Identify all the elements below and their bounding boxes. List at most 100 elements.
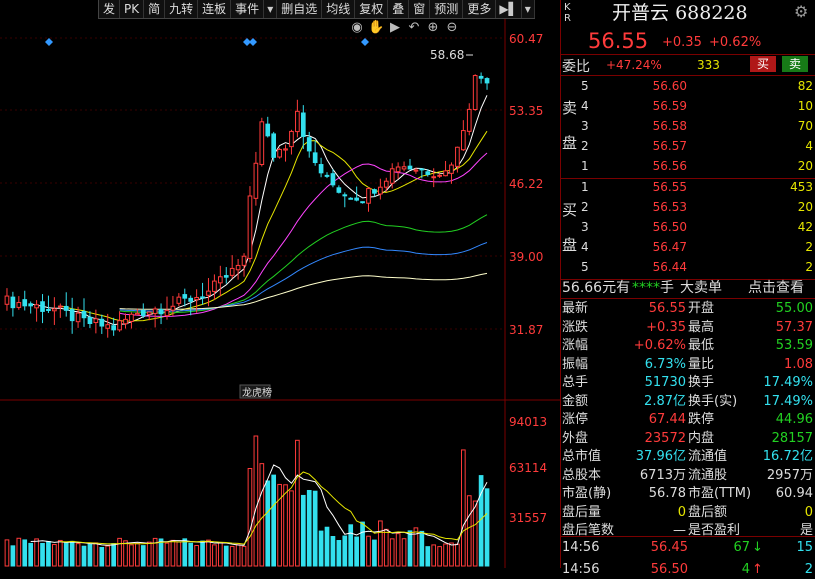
tick-arrow-icon: ↓ (752, 540, 763, 555)
sell-button[interactable]: 卖 (782, 56, 808, 72)
volume-bar (34, 538, 39, 567)
quote-value: 16.72亿 (762, 449, 813, 464)
candle (16, 302, 22, 308)
click-view-link[interactable]: 点击查看 (748, 279, 804, 297)
play-icon[interactable]: ▶ (387, 20, 403, 36)
candle (312, 152, 318, 164)
toolbar-item[interactable]: 删自选 (277, 0, 323, 18)
ask-row[interactable]: 2 56.57 4 (581, 136, 813, 157)
candle (4, 295, 10, 305)
price-axis-label: 53.35 (509, 104, 543, 118)
toolbar-item[interactable]: 连板 (198, 0, 232, 18)
ask-row[interactable]: 3 56.58 70 (581, 116, 813, 137)
chart-toolbar: 发 PK 简九转 连板 事件 ▾ 删自选 均线 复权叠窗预测 更多 ▶▌ ▾ (98, 0, 535, 19)
bid-row[interactable]: 4 56.47 2 (581, 237, 813, 258)
candle (57, 305, 63, 308)
volume-bar (170, 539, 176, 567)
quote-value: 2957万 (766, 467, 813, 483)
bid-row[interactable]: 5 56.44 2 (581, 257, 813, 278)
candle (135, 312, 140, 316)
ask-price: 56.59 (652, 99, 687, 113)
toolbar-item[interactable]: 九转 (165, 0, 199, 18)
ask-row[interactable]: 4 56.59 10 (581, 96, 813, 117)
undo-icon[interactable]: ↶ (406, 20, 422, 36)
toolbar-item[interactable]: ▾ (522, 0, 535, 18)
volume-bar (366, 535, 371, 567)
quote-value: 0 (804, 504, 813, 520)
quote-value: 6.73% (644, 356, 686, 372)
kline-chart-area[interactable]: 60.47 53.35 46.22 39.00 31.87 94013 63114 31557… (0, 0, 560, 568)
toolbar-item[interactable]: 更多 (463, 0, 497, 18)
bid-row[interactable]: 2 56.53 20 (581, 197, 813, 218)
plus-icon[interactable]: ⊕ (425, 20, 441, 36)
volume-bar (383, 528, 389, 567)
candle (330, 173, 336, 186)
ask-volume: 70 (797, 119, 813, 133)
candle (378, 186, 383, 195)
chart-tool-icons: ◉ ✋ ▶ ↶ ⊕ ⊖ (349, 20, 460, 36)
volume-bar (229, 545, 235, 567)
eye-icon[interactable]: ◉ (349, 20, 365, 36)
volume-bar (206, 539, 211, 567)
toolbar-item[interactable]: ▶▌ (496, 0, 522, 18)
bid-volume: 2 (805, 240, 813, 254)
candle (419, 168, 425, 171)
bid-row[interactable]: 3 56.50 42 (581, 217, 813, 238)
toolbar-item[interactable]: 预测 (430, 0, 464, 18)
quote-value: 56.55 (648, 301, 686, 316)
volume-bar (265, 480, 271, 567)
price-change-pct: +0.62% (709, 35, 762, 50)
quote-row: 振幅 6.73% 量比 1.08 (562, 355, 813, 374)
quote-label: 总股本 (562, 467, 602, 483)
bid-level: 3 (581, 220, 589, 234)
toolbar-item[interactable]: 均线 (322, 0, 356, 18)
quote-value: 55.00 (775, 301, 813, 316)
candle (10, 296, 16, 309)
toolbar-item[interactable]: 简 (144, 0, 166, 18)
candle (354, 197, 359, 201)
toolbar-item[interactable]: 复权 (355, 0, 389, 18)
ask-row[interactable]: 1 56.56 20 (581, 156, 813, 177)
quote-value: 23572 (644, 430, 686, 446)
minus-icon[interactable]: ⊖ (444, 20, 460, 36)
hand-icon[interactable]: ✋ (368, 20, 384, 36)
toolbar-item[interactable]: ▾ (264, 0, 278, 18)
quote-row: 涨停 67.44 跌停 44.96 (562, 410, 813, 429)
toolbar-item[interactable]: PK (120, 0, 145, 18)
candle (241, 255, 247, 266)
volume-bar (93, 542, 99, 567)
candle (194, 296, 199, 301)
ask-row[interactable]: 5 56.60 82 (581, 76, 813, 97)
kline-chart[interactable]: 60.47 53.35 46.22 39.00 31.87 94013 63114 31557… (0, 0, 560, 568)
toolbar-item[interactable]: 叠 (388, 0, 410, 18)
quote-row: 外盘 23572 内盘 28157 (562, 429, 813, 448)
quote-row: 涨幅 +0.62% 最低 53.59 (562, 336, 813, 355)
tick-volume: 4 (741, 562, 750, 577)
candle (271, 133, 277, 158)
bid-volume: 2 (805, 260, 813, 274)
big-order-value: 56.66元有 (562, 280, 631, 296)
toolbar-item[interactable]: 窗 (409, 0, 431, 18)
tick-price: 56.45 (650, 540, 688, 555)
buy-button[interactable]: 买 (750, 56, 776, 72)
volume-bar (46, 541, 51, 567)
quote-row: 总股本 6713万 流通股 2957万 (562, 466, 813, 485)
volume-bar (324, 526, 330, 567)
gear-icon[interactable]: ⚙ (794, 2, 808, 21)
volume-bar (472, 500, 478, 567)
candle (200, 296, 205, 299)
candle (360, 201, 365, 204)
quote-value: 17.49% (763, 375, 813, 390)
volume-bar (295, 439, 300, 567)
volume-bar (395, 533, 401, 567)
volume-bar (111, 543, 116, 567)
ask-level: 4 (581, 99, 589, 113)
toolbar-item[interactable]: 发 (99, 0, 121, 18)
candle (105, 324, 111, 329)
bid-row[interactable]: 1 56.55 453 (581, 177, 813, 198)
event-diamond-icon (249, 38, 257, 46)
candle (212, 280, 217, 292)
toolbar-item[interactable]: 事件 (231, 0, 265, 18)
stock-name: 开普云 (612, 2, 670, 24)
volume-bar (212, 544, 217, 567)
